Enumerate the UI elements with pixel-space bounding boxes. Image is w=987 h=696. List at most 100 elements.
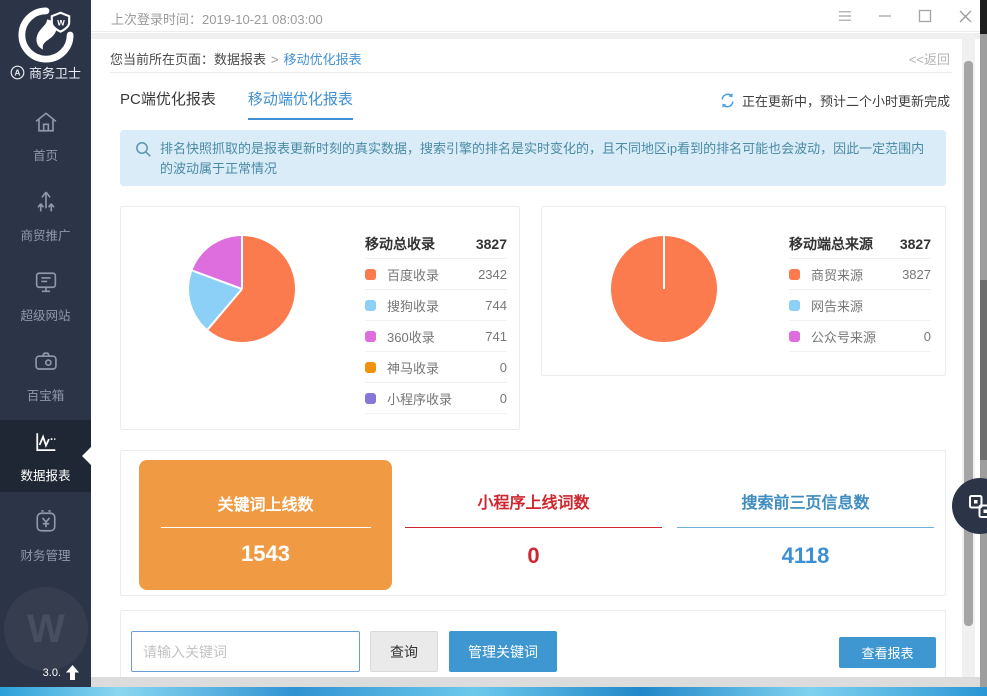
sidebar-item-toolbox[interactable]: 百宝箱 [0,336,91,416]
legend-item: 360收录741 [365,321,507,352]
legend-item: 网告来源 [789,290,931,321]
pie-slice-divider [663,236,665,289]
watermark-logo: W [4,587,88,671]
keyword-input[interactable] [131,631,360,672]
stat-label: 关键词上线数 [139,491,392,515]
mobile-index-legend: 移动总收录 3827 百度收录2342搜狗收录744360收录741神马收录0小… [365,229,507,414]
legend-value: 0 [924,329,931,344]
stat-label: 小程序上线词数 [405,489,662,513]
minimize-button[interactable] [878,9,892,23]
legend-value: 744 [485,298,507,313]
sidebar-item-reports[interactable]: 数据报表 [0,420,91,492]
titlebar: 上次登录时间：2019-10-21 08:03:00 [91,0,980,32]
keyword-bar-card: 查询 管理关键词 查看报表 [120,610,946,677]
legend-item: 神马收录0 [365,352,507,383]
legend-label: 神马收录 [387,358,439,377]
stat-divider [161,527,371,528]
query-button[interactable]: 查询 [370,631,438,672]
legend-value: 0 [500,391,507,406]
desktop: w A 商务卫士 首页 [0,0,987,696]
last-login-text: 上次登录时间：2019-10-21 08:03:00 [111,9,323,28]
search-notice-icon [135,141,152,158]
legend-item: 百度收录 2342 [365,259,507,290]
breadcrumb-current[interactable]: 移动优化报表 [284,52,362,67]
window-controls [838,0,972,32]
stat-value: 4118 [677,543,934,569]
toolbox-icon [32,348,60,376]
background-window-strip [980,0,987,687]
scrollbar-thumb[interactable] [964,61,973,626]
stat-miniprogram-words[interactable]: 小程序上线词数 0 [405,489,662,569]
report-tabs: PC端优化报表 移动端优化报表 [120,88,353,120]
divider [110,72,952,73]
legend-swatch [365,300,376,311]
tab-mobile-report[interactable]: 移动端优化报表 [248,88,353,120]
version-label: 3.0. [43,667,61,679]
stat-divider [677,527,934,528]
legend-item: 公众号来源 0 [789,321,931,352]
tab-pc-report[interactable]: PC端优化报表 [120,88,216,120]
legend-value: 2342 [478,267,507,282]
promotion-icon [32,188,60,216]
stat-top3-pages-info[interactable]: 搜索前三页信息数 4118 [677,489,934,569]
maximize-button[interactable] [918,9,932,23]
mobile-source-pie-chart[interactable] [611,236,717,342]
legend-swatch [789,269,800,280]
sidebar-item-finance[interactable]: 财务管理 [0,496,91,576]
brand-name: 商务卫士 [29,63,81,82]
menu-icon[interactable] [838,9,852,23]
window-bottom-edge [91,677,980,687]
legend-swatch [365,269,376,280]
upgrade-arrow-icon [66,665,79,680]
app-window: w A 商务卫士 首页 [0,0,980,687]
update-status-text: 正在更新中，预计二个小时更新完成 [742,91,950,110]
brand: A 商务卫士 [0,63,91,82]
mobile-index-pie-chart[interactable] [189,236,295,342]
legend-label: 网告来源 [811,296,863,315]
legend-total: 3827 [900,236,931,252]
version-indicator[interactable]: 3.0. [43,665,79,680]
legend-label: 商贸来源 [811,265,863,284]
website-icon [32,268,60,296]
app-logo-icon: w [17,7,75,68]
sidebar-item-home[interactable]: 首页 [0,96,91,176]
breadcrumb: 您当前所在页面：数据报表>移动优化报表 [110,49,362,68]
legend-swatch [365,331,376,342]
breadcrumb-section[interactable]: 数据报表 [214,52,266,67]
legend-total: 3827 [476,236,507,252]
legend-label: 小程序收录 [387,389,452,408]
legend-header: 移动总收录 3827 [365,229,507,259]
view-report-button[interactable]: 查看报表 [839,637,936,668]
legend-title: 移动端总来源 [789,234,873,254]
desktop-wallpaper [0,686,987,696]
svg-text:w: w [56,17,65,28]
refresh-icon[interactable] [719,92,736,109]
stats-card: 关键词上线数 1543 小程序上线词数 0 搜索前三页信息数 4118 [120,450,946,596]
legend-label: 搜狗收录 [387,296,439,315]
manage-keywords-button[interactable]: 管理关键词 [449,631,557,672]
sidebar-item-label: 数据报表 [20,465,70,484]
stat-label: 搜索前三页信息数 [677,489,934,513]
close-button[interactable] [958,9,972,23]
stat-divider [405,527,662,528]
scrollbar[interactable] [962,33,975,687]
pie-slice-divider [241,236,243,289]
sidebar-item-website[interactable]: 超级网站 [0,256,91,336]
legend-title: 移动总收录 [365,234,435,254]
sidebar-item-promotion[interactable]: 商贸推广 [0,176,91,256]
stat-value: 1543 [139,541,392,567]
stat-keywords-online[interactable]: 关键词上线数 1543 [139,460,392,590]
legend-label: 公众号来源 [811,327,876,346]
back-link[interactable]: <<返回 [909,49,950,68]
notice-text: 排名快照抓取的是报表更新时刻的真实数据，搜索引擎的排名是实时变化的，且不同地区i… [160,139,928,179]
mobile-source-chart-card: 移动端总来源 3827 商贸来源3827网告来源公众号来源0 [541,206,946,376]
qr-code-icon [967,493,987,520]
breadcrumb-prefix: 您当前所在页面： [110,52,214,67]
home-icon [32,108,60,136]
legend-label: 百度收录 [387,265,439,284]
sidebar: w A 商务卫士 首页 [0,0,91,687]
legend-swatch [365,362,376,373]
legend-label: 360收录 [387,327,435,346]
mobile-source-legend: 移动端总来源 3827 商贸来源3827网告来源公众号来源0 [789,229,931,352]
sidebar-item-label: 首页 [33,145,58,164]
